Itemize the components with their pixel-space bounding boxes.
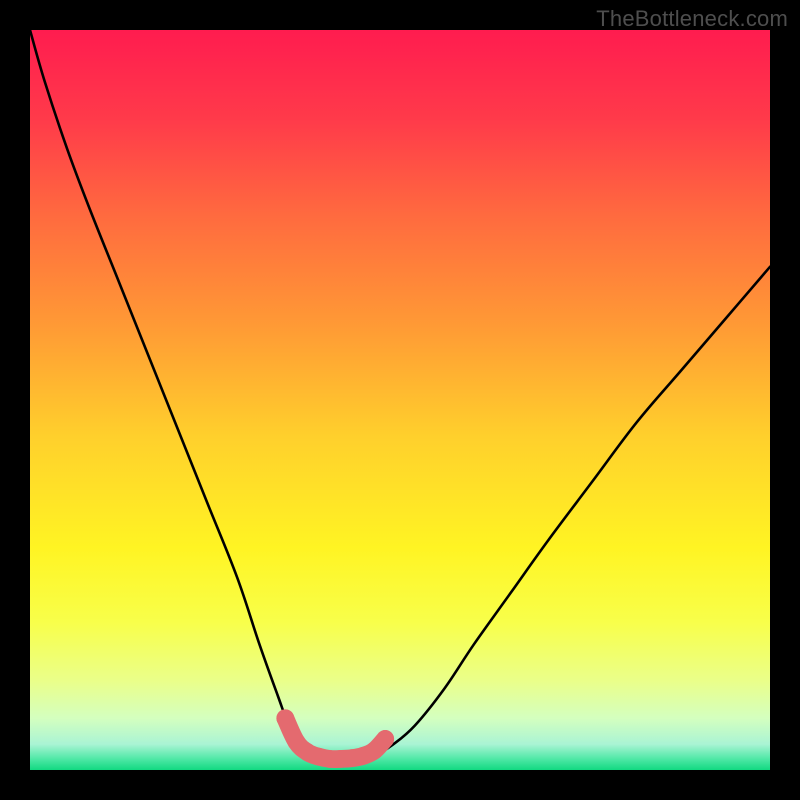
chart-stage: TheBottleneck.com	[0, 0, 800, 800]
watermark-text: TheBottleneck.com	[596, 6, 788, 32]
plot-area	[30, 30, 770, 770]
curve-layer	[30, 30, 770, 770]
valley-markers-group	[276, 709, 394, 767]
bottleneck-curve-path	[30, 30, 770, 760]
valley-marker-dot	[376, 730, 394, 748]
valley-marker-dot	[276, 709, 294, 727]
